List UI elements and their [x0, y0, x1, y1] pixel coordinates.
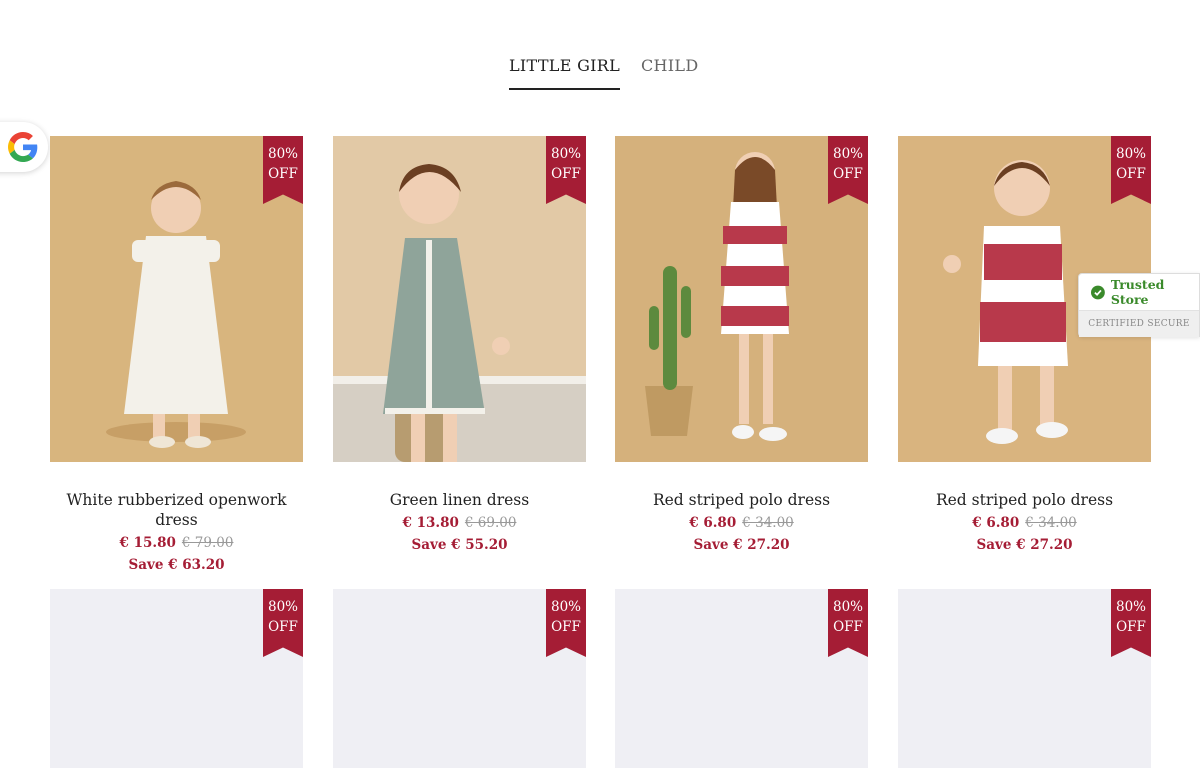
certified-secure-label: CERTIFIED SECURE	[1079, 310, 1199, 337]
product-card-placeholder[interactable]: 80% OFF	[898, 589, 1151, 768]
category-tabs: LITTLE GIRL CHILD	[0, 0, 1200, 100]
product-image-placeholder[interactable]: 80% OFF	[615, 589, 868, 768]
product-name[interactable]: Green linen dress	[333, 490, 586, 510]
savings-label: Save € 55.20	[411, 537, 508, 553]
product-name[interactable]: White rubberized openwork dress	[50, 490, 303, 530]
discount-badge: 80% OFF	[1111, 589, 1151, 657]
tab-child[interactable]: CHILD	[641, 56, 698, 88]
sale-price: € 6.80	[972, 515, 1020, 531]
savings-label: Save € 27.20	[976, 537, 1073, 553]
original-price: € 34.00	[1025, 515, 1077, 531]
product-card-placeholder[interactable]: 80% OFF	[615, 589, 868, 768]
savings-label: Save € 63.20	[128, 557, 225, 573]
original-price: € 79.00	[181, 535, 234, 551]
sale-price: € 15.80	[119, 535, 176, 551]
trusted-store-widget[interactable]: Trusted Store CERTIFIED SECURE	[1078, 273, 1200, 337]
discount-badge: 80% OFF	[546, 136, 586, 204]
original-price: € 69.00	[464, 515, 517, 531]
product-card[interactable]: 80% OFF Green linen dress € 13.80 € 69.00 …	[333, 136, 586, 553]
product-card-placeholder[interactable]: 80% OFF	[333, 589, 586, 768]
discount-badge: 80% OFF	[546, 589, 586, 657]
discount-badge: 80% OFF	[828, 589, 868, 657]
discount-badge: 80% OFF	[1111, 136, 1151, 204]
product-image-placeholder[interactable]: 80% OFF	[333, 589, 586, 768]
discount-badge: 80% OFF	[828, 136, 868, 204]
trusted-store-label: Trusted Store	[1110, 277, 1165, 307]
product-image[interactable]: 80% OFF	[615, 136, 868, 462]
product-card-placeholder[interactable]: 80% OFF	[50, 589, 303, 768]
product-image-placeholder[interactable]: 80% OFF	[898, 589, 1151, 768]
product-name[interactable]: Red striped polo dress	[898, 490, 1151, 510]
tab-little-girl[interactable]: LITTLE GIRL	[509, 56, 621, 90]
google-icon	[8, 132, 38, 162]
sale-price: € 6.80	[689, 515, 737, 531]
shield-check-icon	[1091, 285, 1105, 299]
discount-badge: 80% OFF	[263, 589, 303, 657]
discount-badge: 80% OFF	[263, 136, 303, 204]
product-name[interactable]: Red striped polo dress	[615, 490, 868, 510]
product-image-placeholder[interactable]: 80% OFF	[50, 589, 303, 768]
product-card[interactable]: 80% OFF White rubberized openwork dress €…	[50, 136, 303, 573]
product-image[interactable]: 80% OFF	[333, 136, 586, 462]
product-card[interactable]: 80% OFF Red striped polo dress € 6.80 € 34…	[898, 136, 1151, 553]
savings-label: Save € 27.20	[693, 537, 790, 553]
original-price: € 34.00	[742, 515, 794, 531]
product-card[interactable]: 80% OFF Red striped polo dress € 6.80 € 34…	[615, 136, 868, 553]
google-reviews-badge[interactable]	[0, 122, 48, 172]
sale-price: € 13.80	[402, 515, 459, 531]
product-image[interactable]: 80% OFF	[50, 136, 303, 462]
